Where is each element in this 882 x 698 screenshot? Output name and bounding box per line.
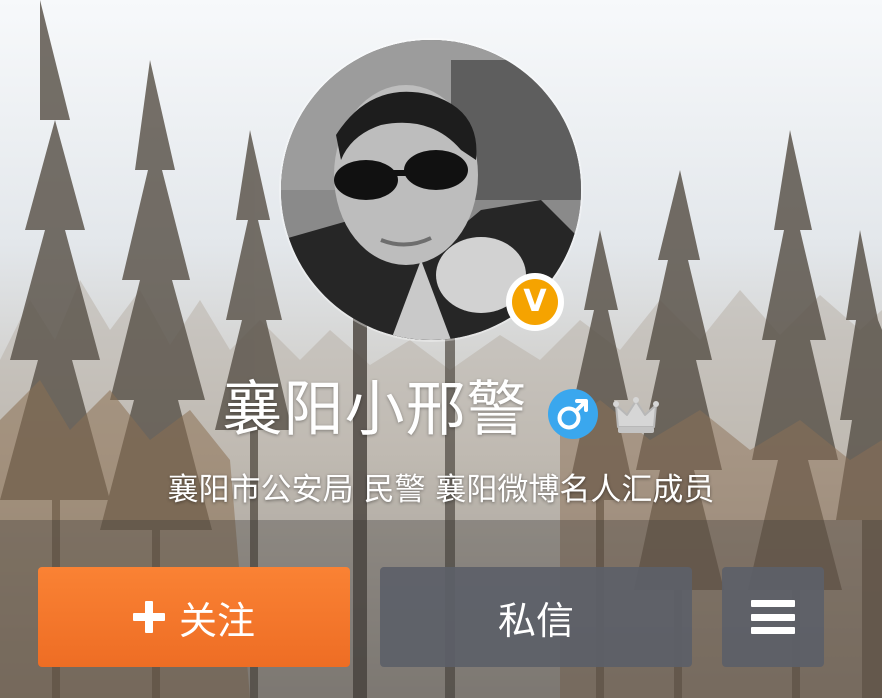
user-description: 襄阳市公安局 民警 襄阳微博名人汇成员 bbox=[167, 472, 715, 508]
verified-badge: V bbox=[506, 273, 564, 331]
follow-button-label: 关注 bbox=[178, 598, 255, 643]
message-button[interactable]: 私信 bbox=[380, 567, 692, 667]
crown-icon[interactable] bbox=[612, 393, 660, 437]
user-name: 襄阳小邢警 bbox=[222, 375, 528, 445]
message-button-label: 私信 bbox=[497, 598, 574, 643]
hamburger-menu-icon bbox=[751, 600, 795, 634]
more-menu-button[interactable] bbox=[722, 567, 824, 667]
avatar-container[interactable]: V bbox=[281, 40, 581, 340]
verified-v-icon: V bbox=[512, 279, 558, 325]
follow-button[interactable]: 关注 bbox=[38, 567, 350, 667]
plus-icon bbox=[132, 601, 165, 633]
male-symbol-icon bbox=[547, 389, 598, 439]
name-row: 襄阳小邢警 bbox=[0, 370, 882, 450]
profile-header: V 襄阳小邢警 襄阳市公安局 民警 襄阳微博名人汇成员 关注 私信 bbox=[0, 0, 882, 698]
